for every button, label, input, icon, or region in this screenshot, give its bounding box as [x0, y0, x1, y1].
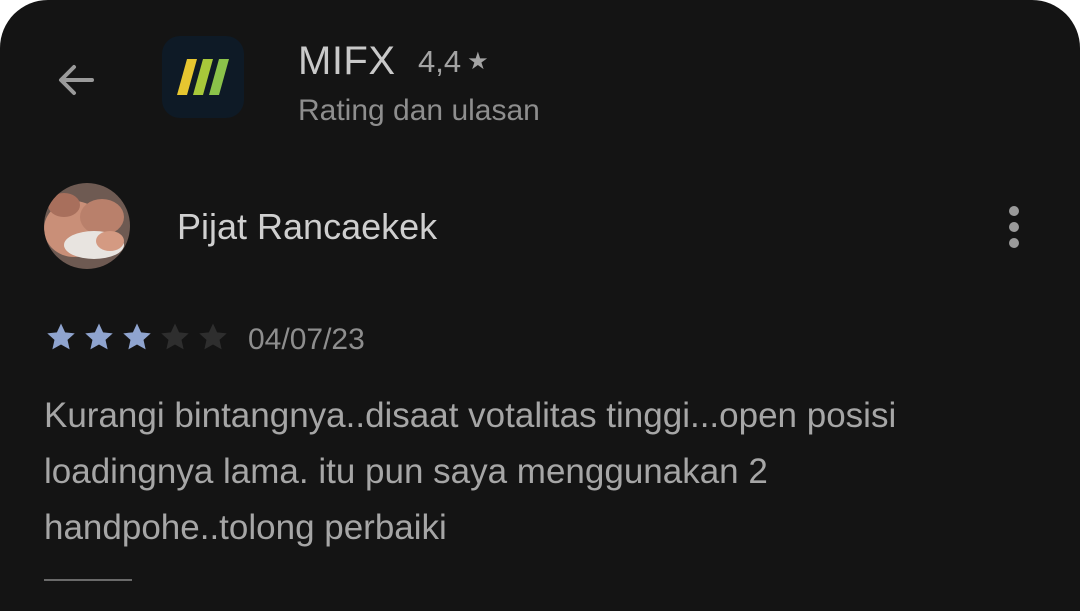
back-button[interactable] — [48, 52, 104, 108]
app-icon[interactable] — [162, 36, 244, 118]
divider — [44, 579, 132, 581]
star-empty-icon — [161, 323, 189, 350]
more-vert-icon — [1009, 206, 1019, 216]
mifx-logo-icon — [177, 59, 229, 95]
avatar[interactable] — [44, 183, 130, 269]
review-rating-stars — [44, 320, 230, 354]
arrow-back-icon — [59, 65, 94, 95]
app-name: MIFX — [298, 39, 396, 83]
reviewer-name: Pijat Rancaekek — [177, 206, 438, 247]
review-date: 04/07/23 — [248, 323, 365, 356]
review-detail-screen: MIFX 4,4 ★ Rating dan ulasan Pijat Ranca… — [0, 0, 1080, 611]
more-options-button[interactable] — [996, 200, 1032, 254]
page-subtitle: Rating dan ulasan — [298, 94, 540, 127]
more-vert-icon — [1009, 238, 1019, 248]
app-rating: 4,4 ★ — [418, 44, 489, 80]
star-empty-icon — [199, 323, 227, 350]
star-filled-icon — [123, 323, 151, 350]
app-rating-value: 4,4 — [418, 44, 462, 79]
star-filled-icon — [85, 323, 113, 350]
star-filled-icon — [47, 323, 75, 350]
reviewer-photo — [44, 183, 130, 269]
review-text: Kurangi bintangnya..disaat votalitas tin… — [44, 396, 897, 547]
star-icon: ★ — [467, 48, 489, 75]
more-vert-icon — [1009, 222, 1019, 232]
